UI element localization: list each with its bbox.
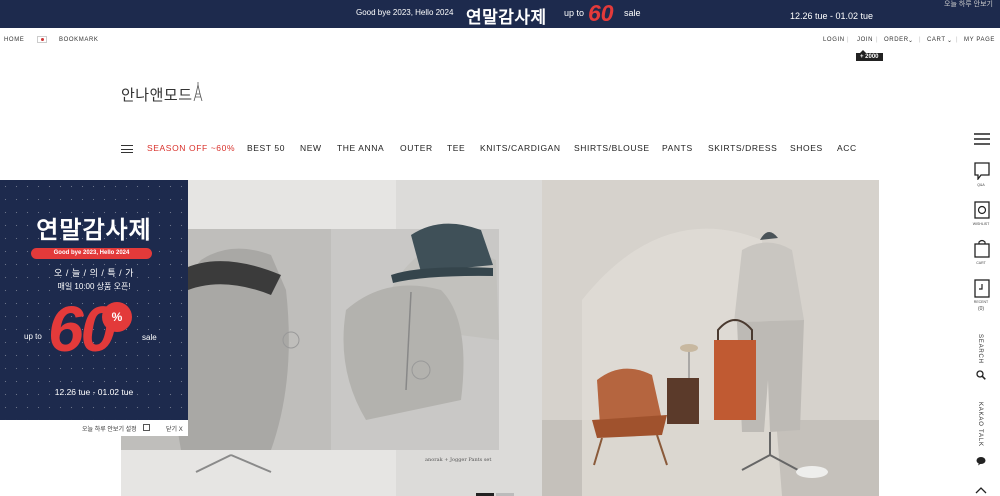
cart-bag-icon[interactable] xyxy=(974,239,990,258)
promo-upto: up to xyxy=(564,8,585,18)
search-icon[interactable] xyxy=(976,370,986,380)
wishlist-label: WISHLIST xyxy=(972,222,990,226)
nav-knits-cardigan[interactable]: KNITS/CARDIGAN xyxy=(480,143,561,153)
cart-link[interactable]: CART xyxy=(927,37,946,43)
chat-bubble-icon[interactable] xyxy=(976,456,986,466)
promo-percent: 60 xyxy=(588,0,614,26)
recent-label: RECENT xyxy=(973,300,989,304)
divider: | xyxy=(847,37,850,43)
promo-close-link[interactable]: 오늘 하루 안보기 xyxy=(944,0,993,9)
menu-icon[interactable] xyxy=(121,145,133,153)
popup-daily-text: 매일 10:00 상품 오픈! xyxy=(57,282,131,291)
nav-tee[interactable]: TEE xyxy=(447,143,465,153)
popup-big-number: 60 xyxy=(48,293,116,365)
nav-acc[interactable]: ACC xyxy=(837,143,857,153)
hero-right-illustration xyxy=(542,180,879,496)
qna-label: Q&A xyxy=(977,183,985,187)
chevron-down-icon: ⌄ xyxy=(947,38,953,44)
login-link[interactable]: LOGIN xyxy=(823,37,845,43)
divider: | xyxy=(876,37,879,43)
promo-banner[interactable]: Good bye 2023, Hello 2024 연말감사제 up to 60… xyxy=(0,0,1000,28)
menu-icon[interactable] xyxy=(974,133,990,145)
popup-footer: 오늘 하루 안보기 설정 닫기 X xyxy=(0,420,188,436)
popup-days-text: 오 / 늘 / 의 / 특 / 가 xyxy=(54,268,134,278)
event-popup[interactable]: 연말감사제 Good bye 2023, Hello 2024 오 / 늘 / … xyxy=(0,180,188,420)
cart-label: CART xyxy=(976,261,986,265)
mypage-link[interactable]: MY PAGE xyxy=(964,37,995,43)
chevron-down-icon: ⌄ xyxy=(908,38,914,44)
quick-side-bar: Q&A WISHLIST CART RECENT (0) SEARCH KAKA… xyxy=(962,126,1000,496)
promo-dates: 12.26 tue - 01.02 tue xyxy=(790,11,874,21)
nav-skirts-dress[interactable]: SKIRTS/DRESS xyxy=(708,143,777,153)
divider: | xyxy=(956,37,959,43)
popup-percent-badge: % xyxy=(102,302,132,332)
divider: | xyxy=(919,37,922,43)
search-vertical-label[interactable]: SEARCH xyxy=(977,334,983,364)
kakao-vertical-label[interactable]: KAKAO TALK xyxy=(977,402,983,447)
wishlist-icon[interactable] xyxy=(974,201,990,219)
utility-bar: HOME BOOKMARK LOGIN | JOIN | ORDER ⌄ | C… xyxy=(0,28,1000,52)
home-link[interactable]: HOME xyxy=(4,37,24,43)
nav-best-50[interactable]: BEST 50 xyxy=(247,143,285,153)
join-points-badge: + 2000 xyxy=(856,50,883,61)
hero-caption: anorak + Jogger Pants set xyxy=(425,457,492,463)
popup-dismiss-checkbox[interactable] xyxy=(143,424,150,431)
popup-close-button[interactable]: 닫기 X xyxy=(166,424,183,433)
scroll-top-chevron-icon[interactable] xyxy=(975,486,987,494)
hero-image-right[interactable] xyxy=(542,180,879,496)
popup-sale: sale xyxy=(142,333,157,342)
promo-lead: Good bye 2023, Hello 2024 xyxy=(356,8,454,17)
popup-pill: Good bye 2023, Hello 2024 xyxy=(31,248,152,259)
popup-dismiss-label: 오늘 하루 안보기 설정 xyxy=(82,427,137,433)
nav-shirts-blouse[interactable]: SHIRTS/BLOUSE xyxy=(574,143,650,153)
popup-title: 연말감사제 xyxy=(36,217,152,244)
nav-shoes[interactable]: SHOES xyxy=(790,143,823,153)
promo-sale: sale xyxy=(624,8,641,18)
bookmark-link[interactable]: BOOKMARK xyxy=(59,37,98,43)
eiffel-tower-icon xyxy=(193,82,203,101)
nav-new[interactable]: NEW xyxy=(300,143,322,153)
nav-the-anna[interactable]: THE ANNA xyxy=(337,143,384,153)
nav-season-off[interactable]: SEASON OFF ~60% xyxy=(147,143,235,153)
popup-dates: 12.26 tue - 01.02 tue xyxy=(54,387,134,397)
join-link[interactable]: JOIN xyxy=(857,37,873,43)
recent-count: (0) xyxy=(977,306,985,312)
speech-bubble-icon[interactable] xyxy=(974,162,990,180)
order-link[interactable]: ORDER xyxy=(884,37,909,43)
site-logo[interactable]: 안나앤모드 xyxy=(121,84,193,105)
korea-flag-icon[interactable] xyxy=(37,36,47,43)
promo-title: 연말감사제 xyxy=(466,8,547,27)
popup-upto: up to xyxy=(24,332,42,341)
nav-outer[interactable]: OUTER xyxy=(400,143,433,153)
nav-pants[interactable]: PANTS xyxy=(662,143,693,153)
recent-view-icon[interactable] xyxy=(974,279,990,298)
